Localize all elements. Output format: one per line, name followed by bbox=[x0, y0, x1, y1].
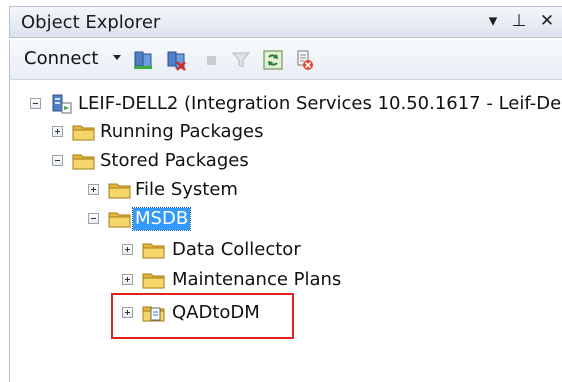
folder-icon bbox=[72, 154, 95, 170]
integration-services-server-icon bbox=[52, 94, 72, 114]
folder-icon bbox=[142, 243, 165, 259]
collapse-toggle[interactable] bbox=[30, 98, 41, 109]
expand-toggle[interactable] bbox=[52, 126, 63, 137]
connect-button[interactable]: Connect bbox=[24, 48, 98, 69]
tree-node-label: Data Collector bbox=[172, 239, 301, 260]
expand-toggle[interactable] bbox=[88, 184, 99, 195]
tree-node-label: LEIF-DELL2 (Integration Services 10.50.1… bbox=[78, 93, 562, 114]
collapse-toggle[interactable] bbox=[52, 155, 63, 166]
object-explorer-window: Object Explorer ▾ ⊥ ✕ Connect LEIF-DELL2… bbox=[0, 0, 562, 382]
disconnect-server-icon[interactable] bbox=[165, 49, 187, 71]
folder-icon bbox=[142, 273, 165, 289]
close-icon[interactable]: ✕ bbox=[536, 11, 558, 31]
tree-node-label: Maintenance Plans bbox=[172, 269, 342, 290]
tree-node-label-selected: MSDB bbox=[131, 207, 192, 231]
tree-node-label: Stored Packages bbox=[100, 150, 249, 171]
tree-node-label: File System bbox=[135, 179, 238, 200]
expand-toggle[interactable] bbox=[122, 244, 133, 255]
panel-title: Object Explorer bbox=[21, 12, 161, 33]
connect-dropdown-icon[interactable] bbox=[113, 55, 121, 60]
tree-node-label: Running Packages bbox=[100, 121, 264, 142]
collapse-toggle[interactable] bbox=[88, 213, 99, 224]
folder-icon bbox=[108, 212, 131, 228]
folder-icon bbox=[108, 183, 131, 199]
highlight-annotation bbox=[111, 293, 294, 339]
sync-icon[interactable] bbox=[293, 49, 315, 71]
expand-toggle[interactable] bbox=[122, 274, 133, 285]
object-explorer-titlebar: Object Explorer ▾ ⊥ ✕ bbox=[9, 6, 562, 38]
refresh-icon[interactable] bbox=[262, 49, 284, 71]
pin-icon[interactable]: ⊥ bbox=[508, 11, 530, 31]
filter-icon[interactable] bbox=[230, 49, 252, 71]
stop-icon[interactable] bbox=[200, 49, 222, 71]
dropdown-arrow-icon[interactable]: ▾ bbox=[482, 11, 504, 31]
connect-server-icon[interactable] bbox=[132, 49, 154, 71]
object-explorer-toolbar: Connect bbox=[9, 40, 562, 80]
folder-icon bbox=[72, 125, 95, 141]
